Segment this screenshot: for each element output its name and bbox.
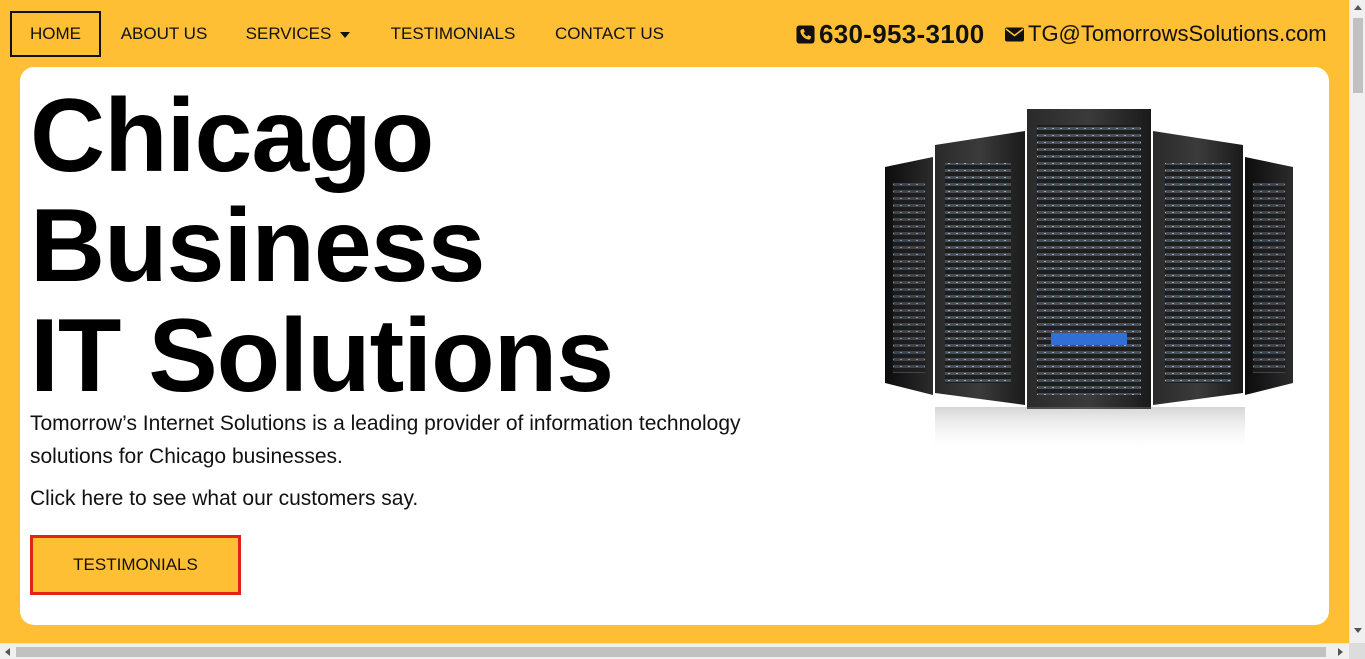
- scroll-left-arrow-icon[interactable]: [5, 648, 10, 656]
- hero-title-line-1: Chicago: [30, 78, 434, 194]
- hero-description: Tomorrow’s Internet Solutions is a leadi…: [30, 412, 741, 468]
- caret-down-icon: [340, 32, 351, 38]
- phone-number: 630-953-3100: [819, 18, 985, 49]
- nav-home[interactable]: HOME: [10, 11, 101, 57]
- nav-testimonials-label: TESTIMONIALS: [390, 24, 516, 43]
- hero-title-line-3: IT Solutions: [30, 298, 614, 414]
- nav-about-us[interactable]: ABOUT US: [112, 11, 216, 57]
- scroll-up-arrow-icon[interactable]: [1354, 5, 1362, 10]
- email-address: TG@TomorrowsSolutions.com: [1028, 21, 1327, 46]
- vertical-scroll-thumb[interactable]: [1353, 18, 1363, 93]
- testimonials-button[interactable]: TESTIMONIALS: [30, 535, 241, 595]
- main-nav: HOME ABOUT US SERVICES TESTIMONIALS CONT…: [0, 0, 1349, 67]
- nav-contact-us[interactable]: CONTACT US: [546, 11, 673, 57]
- hero-card: Chicago Business IT Solutions Tomorrow’s…: [20, 67, 1329, 625]
- phone-icon: [796, 24, 815, 44]
- scroll-right-arrow-icon[interactable]: [1338, 648, 1343, 656]
- scroll-down-arrow-icon[interactable]: [1354, 628, 1362, 633]
- nav-home-label: HOME: [30, 24, 81, 43]
- nav-contact-label: CONTACT US: [555, 24, 664, 43]
- envelope-icon: [1005, 27, 1024, 42]
- hero-cta-text: Click here to see what our customers say…: [30, 487, 419, 510]
- nav-services[interactable]: SERVICES: [236, 11, 360, 57]
- horizontal-scrollbar[interactable]: [0, 643, 1349, 659]
- horizontal-scroll-thumb[interactable]: [16, 647, 1326, 657]
- hero-title: Chicago Business IT Solutions: [30, 78, 614, 414]
- nav-services-label: SERVICES: [245, 24, 332, 43]
- hero-title-line-2: Business: [30, 188, 485, 304]
- server-racks-image: [885, 109, 1293, 453]
- phone-link[interactable]: 630-953-3100: [796, 14, 985, 54]
- scrollbar-corner: [1349, 643, 1365, 659]
- nav-about-label: ABOUT US: [120, 24, 208, 43]
- testimonials-button-label: TESTIMONIALS: [73, 555, 198, 574]
- email-link[interactable]: TG@TomorrowsSolutions.com: [1005, 14, 1327, 54]
- vertical-scrollbar[interactable]: [1349, 0, 1365, 643]
- nav-testimonials[interactable]: TESTIMONIALS: [380, 11, 526, 57]
